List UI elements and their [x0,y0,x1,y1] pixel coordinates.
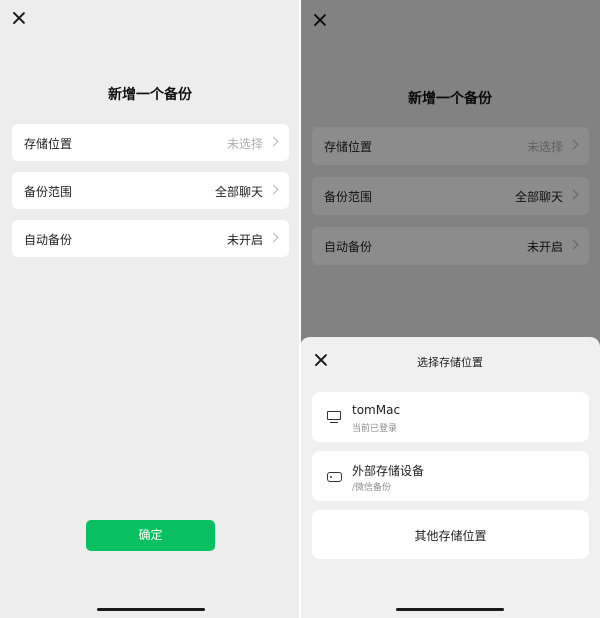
row-auto-backup[interactable]: 自动备份 未开启 [12,220,289,257]
row-value: 全部聊天 [214,185,263,199]
option-subtitle: /微信备份 [352,483,392,493]
row-storage-location[interactable]: 存储位置 未选择 [12,124,289,161]
option-other-storage[interactable]: 其他存储位置 [312,510,589,559]
option-other-label: 其他存储位置 [414,529,487,543]
option-external-storage[interactable]: 外部存储设备 /微信备份 [312,451,589,501]
storage-location-sheet: 选择存储位置 tomMac 当前已登录 外部存储设备 /微信备份 其他存储位置 [300,337,600,618]
monitor-icon [327,411,341,424]
option-name: 外部存储设备 [352,464,425,478]
row-value: 未开启 [226,233,263,247]
row-label: 备份范围 [24,185,73,199]
backup-screen-left: 新增一个备份 存储位置 未选择 备份范围 全部聊天 自动备份 未开启 确定 [0,0,300,618]
chevron-right-icon [268,136,279,147]
row-backup-scope[interactable]: 备份范围 全部聊天 [12,172,289,209]
chevron-right-icon [268,184,279,195]
option-name: tomMac [352,403,401,417]
home-indicator [97,608,205,611]
home-indicator [396,608,504,611]
backup-screen-right: 新增一个备份 存储位置 未选择 备份范围 全部聊天 自动备份 未开启 选择存储位… [300,0,600,618]
row-label: 存储位置 [24,137,73,151]
row-value: 未选择 [226,137,263,151]
chevron-right-icon [268,232,279,243]
close-icon[interactable] [10,9,28,27]
page-title: 新增一个备份 [108,87,192,103]
option-tommac[interactable]: tomMac 当前已登录 [312,392,589,442]
drive-icon [327,472,342,482]
panel-divider [299,0,301,618]
sheet-title: 选择存储位置 [417,356,483,369]
confirm-button[interactable]: 确定 [86,520,215,551]
row-label: 自动备份 [24,233,73,247]
option-subtitle: 当前已登录 [352,424,398,434]
